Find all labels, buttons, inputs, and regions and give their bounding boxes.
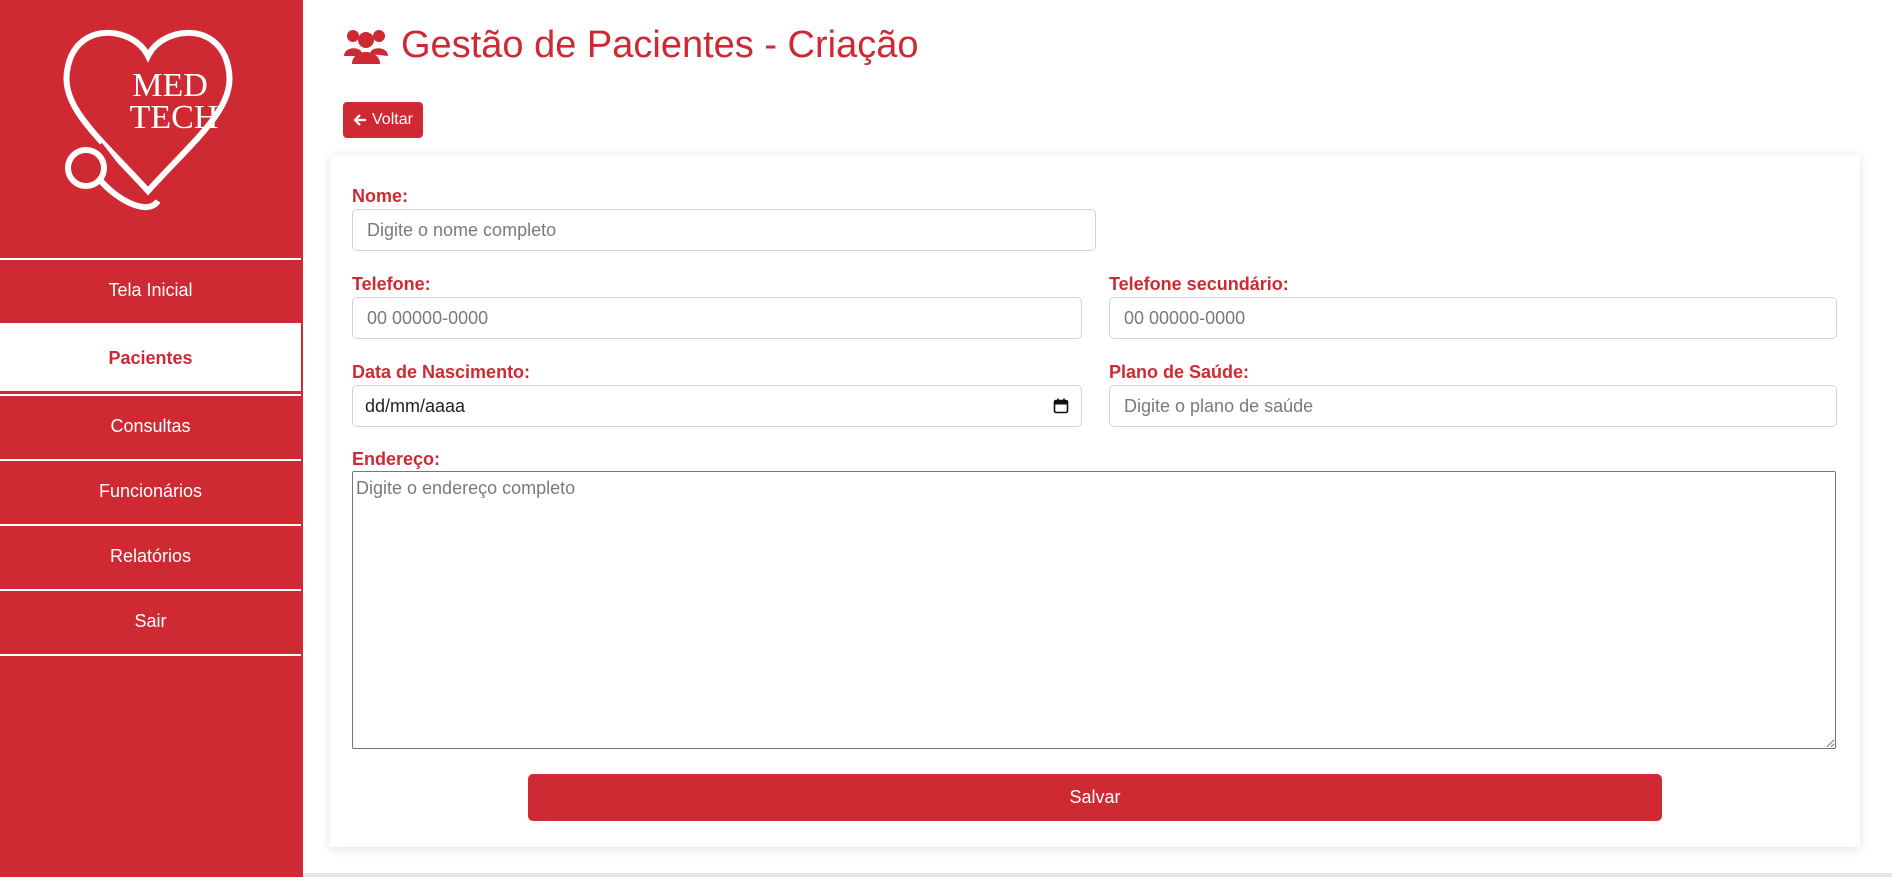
medtech-logo: MED TECH (63, 29, 233, 210)
page-header: Gestão de Pacientes - Criação (343, 24, 919, 67)
sidebar-divider (0, 654, 301, 656)
bottom-scrollbar-track (303, 873, 1892, 877)
sidebar-item-funcionarios[interactable]: Funcionários (0, 459, 301, 521)
sidebar-item-label: Relatórios (109, 545, 192, 566)
sidebar-item-consultas[interactable]: Consultas (0, 394, 301, 456)
main-content: Gestão de Pacientes - Criação Voltar Nom… (303, 0, 1892, 877)
nome-label: Nome: (352, 186, 409, 206)
telefone-secundario-label: Telefone secundário: (1109, 274, 1289, 294)
plano-saude-input[interactable] (1109, 385, 1837, 427)
patient-form-card: Nome: Telefone: Telefone secundário: Dat… (330, 155, 1860, 847)
sidebar-item-label: Pacientes (108, 347, 193, 368)
sidebar-item-label: Funcionários (98, 480, 203, 501)
sidebar: MED TECH Tela Inicial Pacientes Consulta… (0, 0, 303, 877)
back-button-label: Voltar (372, 111, 413, 128)
arrow-left-icon (353, 114, 366, 126)
data-nascimento-label: Data de Nascimento: (352, 362, 531, 382)
sidebar-item-tela-inicial[interactable]: Tela Inicial (0, 258, 301, 320)
sidebar-nav: Tela Inicial Pacientes Consultas Funcion… (0, 258, 303, 656)
nome-input[interactable] (352, 209, 1096, 251)
page-title: Gestão de Pacientes - Criação (401, 24, 919, 66)
data-nascimento-input[interactable]: dd/mm/aaaa (352, 385, 1082, 427)
calendar-icon[interactable] (1053, 398, 1069, 414)
svg-text:TECH: TECH (130, 99, 219, 136)
sidebar-item-sair[interactable]: Sair (0, 589, 301, 651)
save-button[interactable]: Salvar (528, 774, 1662, 821)
back-button[interactable]: Voltar (343, 102, 423, 138)
sidebar-item-label: Tela Inicial (108, 279, 193, 300)
sidebar-item-label: Consultas (110, 415, 191, 436)
sidebar-item-pacientes[interactable]: Pacientes (0, 323, 301, 391)
endereco-label: Endereço: (352, 449, 441, 469)
sidebar-item-relatorios[interactable]: Relatórios (0, 524, 301, 586)
sidebar-item-label: Sair (134, 610, 167, 631)
endereco-textarea[interactable] (352, 471, 1836, 749)
telefone-input[interactable] (352, 297, 1082, 339)
plano-saude-label: Plano de Saúde: (1109, 362, 1250, 382)
telefone-secundario-input[interactable] (1109, 297, 1837, 339)
data-nascimento-value: dd/mm/aaaa (365, 395, 466, 416)
telefone-label: Telefone: (352, 274, 431, 294)
users-icon (344, 29, 388, 64)
